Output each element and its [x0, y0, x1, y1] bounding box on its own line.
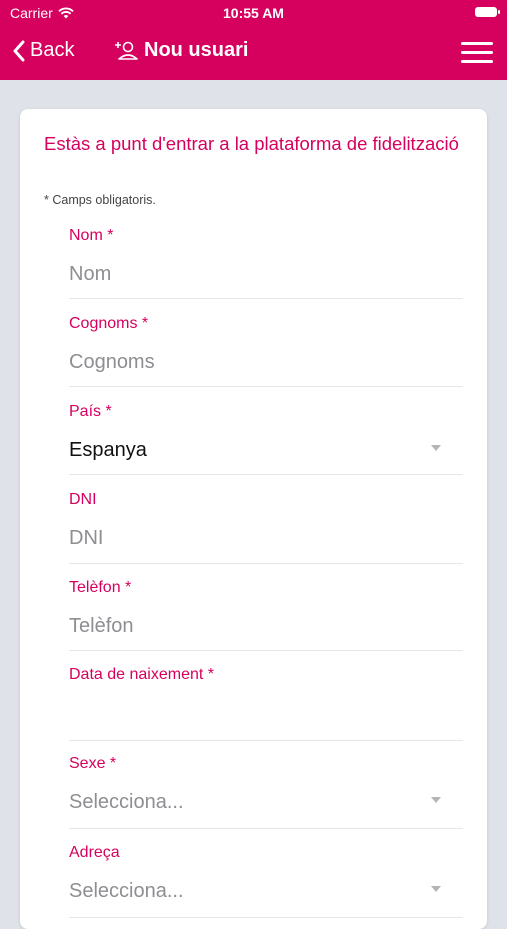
field-label: Telèfon * [69, 579, 132, 596]
field-label: País * [69, 403, 112, 420]
menu-button[interactable] [461, 42, 493, 64]
nom-input[interactable]: Nom [69, 263, 463, 286]
nav-bar: Back Nou usuari [0, 30, 507, 76]
field-label: Sexe * [69, 755, 117, 772]
telefon-input[interactable]: Telèfon [69, 615, 463, 638]
sexe-select[interactable]: Selecciona... [69, 791, 463, 814]
form-intro: Estàs a punt d'entrar a la plataforma de… [44, 133, 459, 154]
chevron-down-icon [431, 886, 441, 892]
clock: 10:55 AM [223, 5, 284, 21]
field-dni[interactable]: DNI DNI [69, 491, 463, 564]
field-label: Adreça [69, 844, 120, 861]
hamburger-icon [461, 42, 493, 45]
field-nom[interactable]: Nom * Nom [69, 227, 463, 299]
chevron-left-icon [13, 40, 25, 61]
field-sexe[interactable]: Sexe * Selecciona... [69, 755, 463, 829]
field-data-naixement[interactable]: Data de naixement * [69, 666, 463, 741]
chevron-down-icon [431, 797, 441, 803]
field-telefon[interactable]: Telèfon * Telèfon [69, 579, 463, 651]
field-adreca[interactable]: Adreça Selecciona... [69, 844, 463, 918]
add-user-icon [115, 41, 138, 60]
required-note: * Camps obligatoris. [44, 193, 156, 207]
field-label: DNI [69, 491, 97, 508]
field-label: Nom * [69, 227, 114, 244]
form-card: Estàs a punt d'entrar a la plataforma de… [20, 109, 487, 929]
page-title: Nou usuari [114, 39, 248, 62]
back-label: Back [30, 39, 75, 61]
pais-select[interactable]: Espanya [69, 439, 463, 462]
field-label: Cognoms * [69, 315, 149, 332]
status-bar: Carrier 10:55 AM [0, 0, 507, 26]
header-bar: Carrier 10:55 AM Back Nou usuari [0, 0, 507, 80]
dni-input[interactable]: DNI [69, 527, 463, 550]
field-cognoms[interactable]: Cognoms * Cognoms [69, 315, 463, 387]
back-button[interactable]: Back [12, 39, 74, 62]
field-pais[interactable]: País * Espanya [69, 403, 463, 475]
cognoms-input[interactable]: Cognoms [69, 351, 463, 374]
page-title-text: Nou usuari [144, 39, 249, 61]
chevron-down-icon [431, 445, 441, 451]
battery-icon [475, 7, 500, 17]
field-label: Data de naixement * [69, 666, 214, 683]
